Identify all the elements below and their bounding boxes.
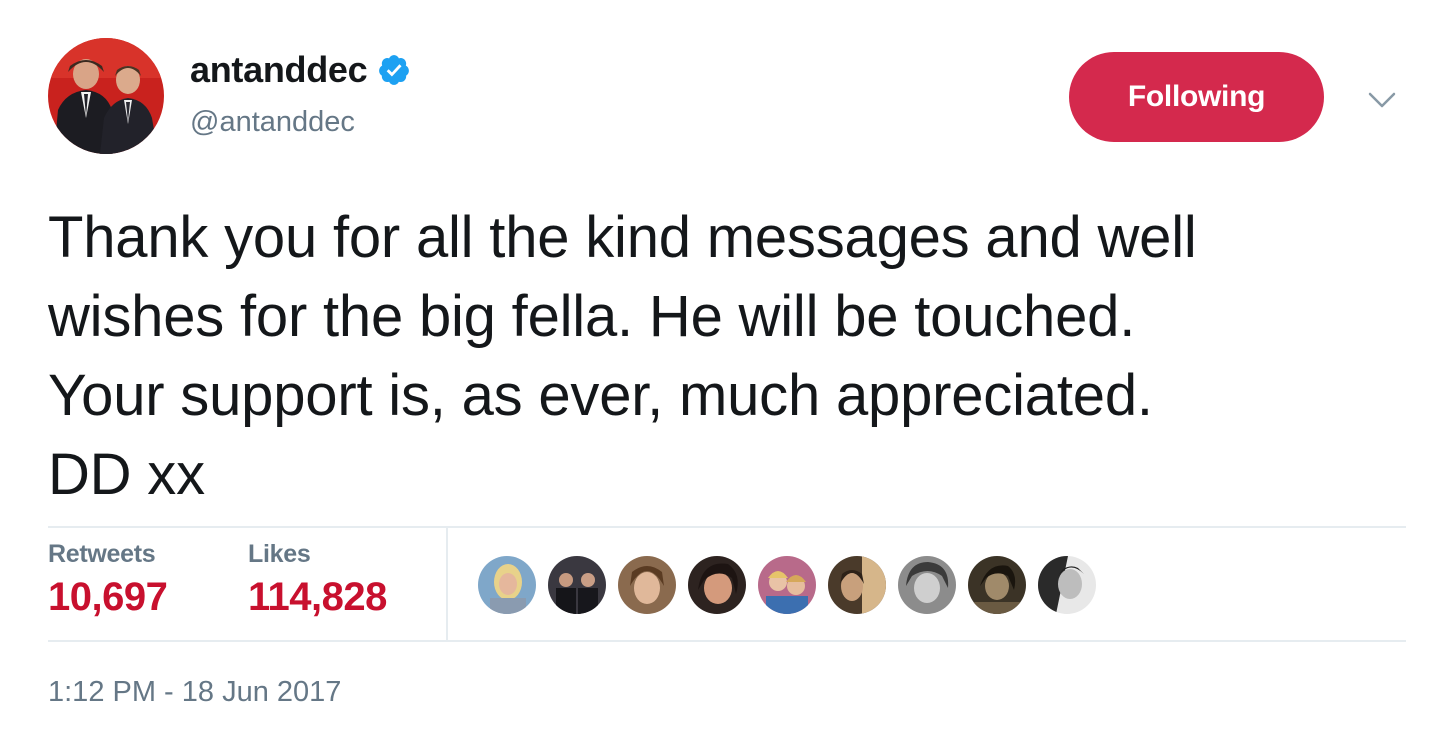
tweet-text-line: Your support is, as ever, much appreciat… — [48, 363, 1153, 428]
retweets-stat[interactable]: Retweets 10,697 — [48, 540, 168, 620]
likes-stat[interactable]: Likes 114,828 — [248, 540, 387, 620]
tweet-card: antanddec @antanddec Following Thank you… — [0, 0, 1440, 732]
tweet-text: Thank you for all the kind messages and … — [48, 198, 1408, 514]
user-avatar[interactable] — [48, 38, 164, 154]
following-button[interactable]: Following — [1069, 52, 1324, 142]
verified-badge-icon — [377, 53, 411, 87]
stats-divider-bottom — [48, 640, 1406, 642]
liker-avatar-7[interactable] — [898, 556, 956, 614]
display-name[interactable]: antanddec — [190, 49, 368, 91]
stats-divider-vertical — [446, 528, 448, 640]
likes-count: 114,828 — [248, 575, 387, 619]
liker-avatar-1[interactable] — [478, 556, 536, 614]
tweet-text-line: wishes for the big fella. He will be tou… — [48, 284, 1136, 349]
display-name-row: antanddec — [190, 49, 411, 91]
liker-avatar-9[interactable] — [1038, 556, 1096, 614]
liker-avatar-4[interactable] — [688, 556, 746, 614]
stats-divider-top — [48, 526, 1406, 528]
likes-label: Likes — [248, 540, 311, 568]
user-handle[interactable]: @antanddec — [190, 106, 411, 139]
liker-avatar-6[interactable] — [828, 556, 886, 614]
retweets-count: 10,697 — [48, 575, 168, 619]
liker-avatar-3[interactable] — [618, 556, 676, 614]
liker-avatar-8[interactable] — [968, 556, 1026, 614]
liker-avatar-2[interactable] — [548, 556, 606, 614]
tweet-timestamp[interactable]: 1:12 PM - 18 Jun 2017 — [48, 676, 341, 709]
chevron-down-icon[interactable] — [1362, 82, 1402, 118]
tweet-text-line: DD xx — [48, 442, 205, 507]
retweets-label: Retweets — [48, 540, 156, 568]
user-identity: antanddec @antanddec — [190, 49, 411, 139]
tweet-text-line: Thank you for all the kind messages and … — [48, 205, 1197, 270]
liker-avatar-5[interactable] — [758, 556, 816, 614]
